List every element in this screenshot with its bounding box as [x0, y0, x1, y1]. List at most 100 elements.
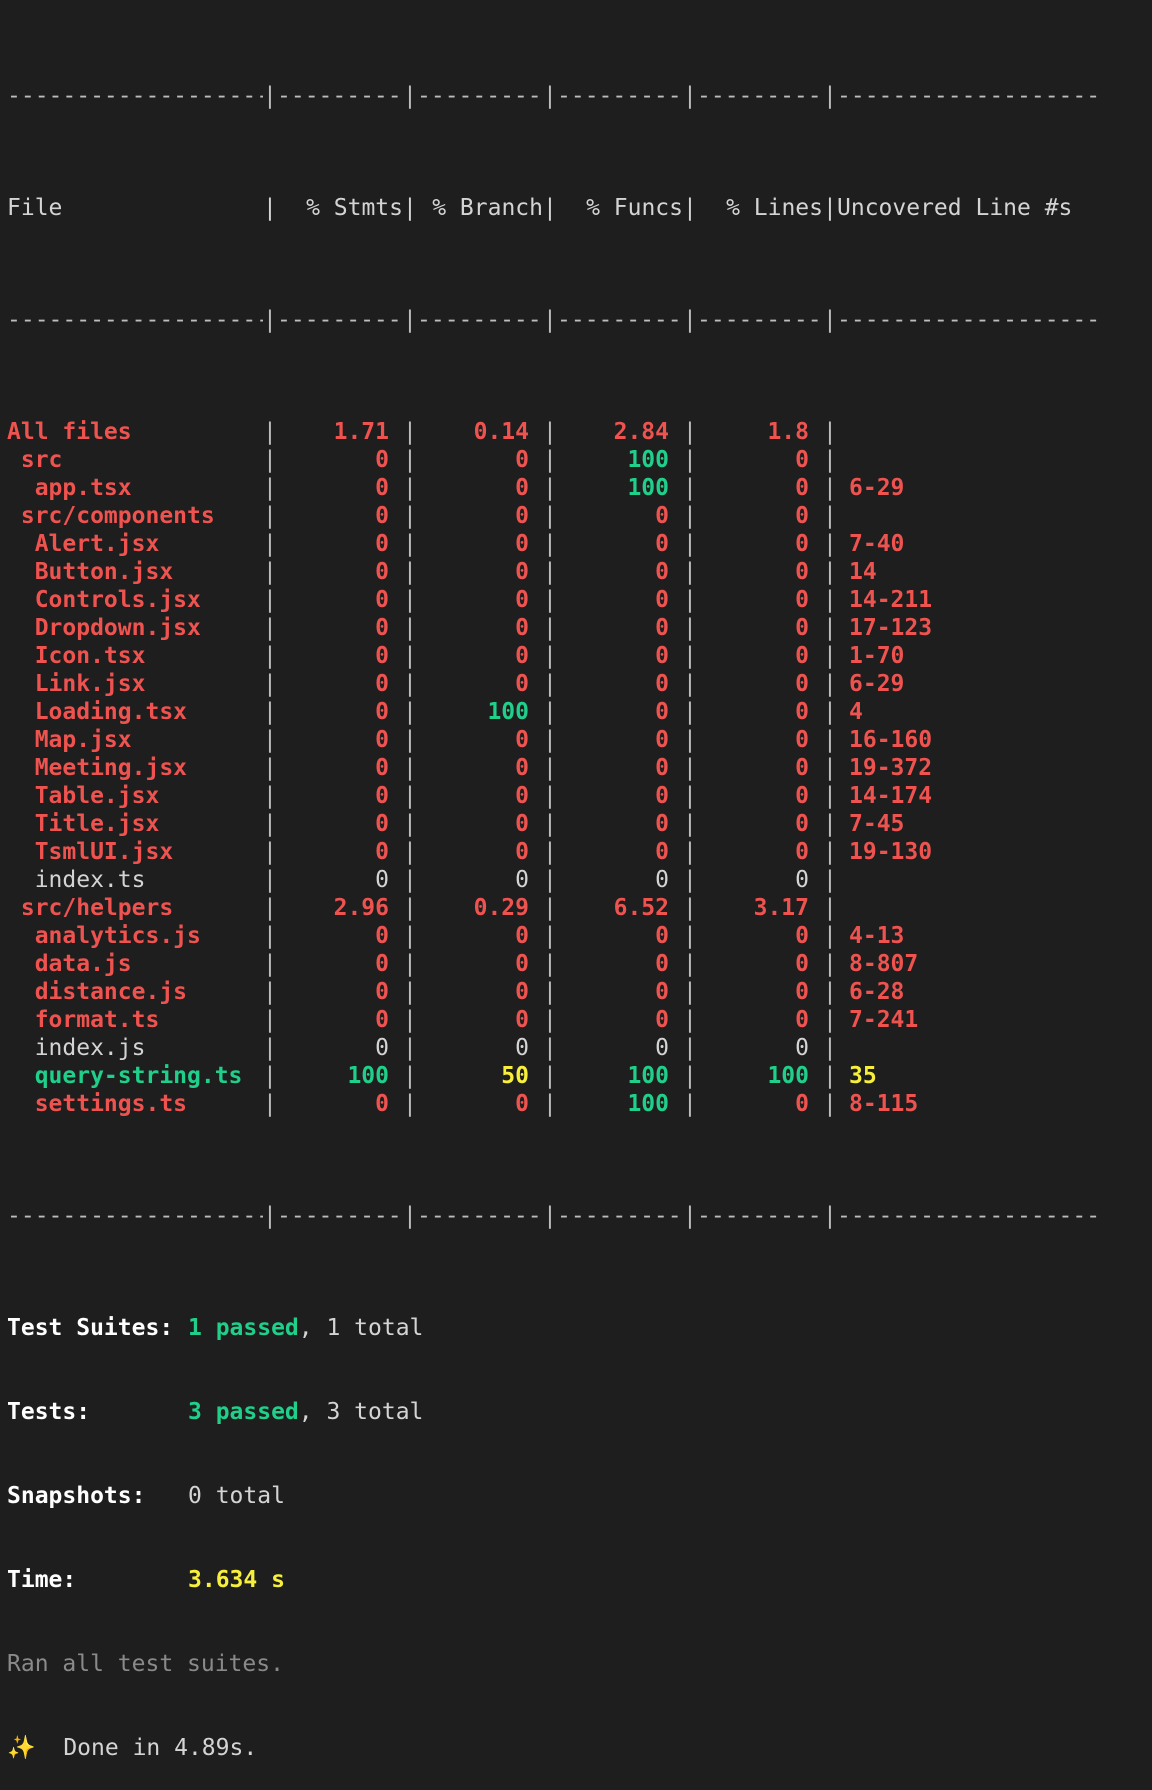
- cell-funcs: 0: [655, 867, 669, 893]
- suites-passed: 1 passed: [188, 1315, 299, 1341]
- cell-funcs: 0: [655, 671, 669, 697]
- cell-stmts: 0: [375, 503, 389, 529]
- summary-tests: Tests: 3 passed, 3 total: [7, 1399, 424, 1425]
- cell-branch: 0: [515, 727, 529, 753]
- header-lines: % Lines: [726, 195, 823, 221]
- cell-branch: 0: [515, 615, 529, 641]
- cell-uncovered: 8-115: [849, 1091, 919, 1117]
- table-row: Icon.tsx | 0 | 0 | 0 | 0 | 1-70: [7, 642, 1097, 670]
- cell-funcs: 0: [655, 951, 669, 977]
- cell-file: settings.ts: [7, 1091, 188, 1117]
- cell-stmts: 0: [375, 951, 389, 977]
- cell-file: Icon.tsx: [7, 643, 146, 669]
- table-row: data.js | 0 | 0 | 0 | 0 | 8-807: [7, 950, 1097, 978]
- table-row: Link.jsx | 0 | 0 | 0 | 0 | 6-29: [7, 670, 1097, 698]
- cell-file: distance.js: [7, 979, 188, 1005]
- cell-funcs: 2.84: [613, 419, 669, 445]
- cell-uncovered: 6-29: [849, 475, 905, 501]
- cell-funcs: 6.52: [613, 895, 669, 921]
- cell-funcs: 0: [655, 811, 669, 837]
- cell-file: Link.jsx: [7, 671, 146, 697]
- cell-uncovered: 4: [849, 699, 863, 725]
- header-uncovered: Uncovered Line #s: [837, 195, 1073, 221]
- cell-file: Alert.jsx: [7, 531, 160, 557]
- cell-stmts: 1.71: [333, 419, 389, 445]
- cell-branch: 0: [515, 671, 529, 697]
- terminal-output: -------------------|----------|---------…: [7, 26, 1097, 1790]
- cell-stmts: 0: [375, 1007, 389, 1033]
- cell-file: Title.jsx: [7, 811, 160, 837]
- cell-funcs: 0: [655, 923, 669, 949]
- cell-file: index.ts: [7, 867, 146, 893]
- table-row: Dropdown.jsx | 0 | 0 | 0 | 0 | 17-123: [7, 614, 1097, 642]
- cell-uncovered: 19-130: [849, 839, 933, 865]
- cell-uncovered: 4-13: [849, 923, 905, 949]
- cell-stmts: 0: [375, 531, 389, 557]
- header-branch: % Branch: [432, 195, 543, 221]
- cell-lines: 0: [795, 447, 809, 473]
- cell-funcs: 100: [627, 475, 669, 501]
- cell-branch: 0: [515, 755, 529, 781]
- cell-file: Button.jsx: [7, 559, 174, 585]
- cell-branch: 0: [515, 559, 529, 585]
- coverage-rows: All files | 1.71 | 0.14 | 2.84 | 1.8 | src | 0 | 0 | 10…: [7, 418, 1097, 1118]
- cell-file: data.js: [7, 951, 132, 977]
- cell-branch: 0: [515, 475, 529, 501]
- cell-branch: 100: [487, 699, 529, 725]
- cell-stmts: 0: [375, 923, 389, 949]
- cell-lines: 0: [795, 923, 809, 949]
- cell-funcs: 0: [655, 503, 669, 529]
- table-row: settings.ts | 0 | 0 | 100 | 0 | 8-115: [7, 1090, 1097, 1118]
- cell-funcs: 0: [655, 979, 669, 1005]
- time-value: 3.634 s: [188, 1567, 285, 1593]
- cell-file: Dropdown.jsx: [7, 615, 201, 641]
- summary-time: Time: 3.634 s: [7, 1567, 285, 1593]
- cell-stmts: 0: [375, 867, 389, 893]
- cell-lines: 0: [795, 1091, 809, 1117]
- cell-uncovered: 7-45: [849, 811, 905, 837]
- cell-stmts: 0: [375, 979, 389, 1005]
- cell-lines: 0: [795, 587, 809, 613]
- cell-uncovered: 1-70: [849, 643, 905, 669]
- cell-stmts: 0: [375, 475, 389, 501]
- cell-file: analytics.js: [7, 923, 201, 949]
- cell-branch: 0: [515, 979, 529, 1005]
- cell-uncovered: 14-174: [849, 783, 933, 809]
- cell-file: src: [7, 447, 63, 473]
- table-row: Controls.jsx | 0 | 0 | 0 | 0 | 14-211: [7, 586, 1097, 614]
- cell-lines: 0: [795, 811, 809, 837]
- cell-funcs: 100: [627, 1091, 669, 1117]
- cell-funcs: 0: [655, 1007, 669, 1033]
- cell-branch: 0: [515, 867, 529, 893]
- cell-lines: 100: [767, 1063, 809, 1089]
- cell-stmts: 0: [375, 755, 389, 781]
- cell-funcs: 0: [655, 643, 669, 669]
- cell-branch: 0: [515, 839, 529, 865]
- cell-stmts: 0: [375, 559, 389, 585]
- cell-lines: 0: [795, 951, 809, 977]
- cell-lines: 0: [795, 503, 809, 529]
- cell-file: All files: [7, 419, 132, 445]
- cell-lines: 0: [795, 755, 809, 781]
- cell-file: src/components: [7, 503, 215, 529]
- cell-branch: 0: [515, 923, 529, 949]
- cell-file: Controls.jsx: [7, 587, 201, 613]
- cell-stmts: 0: [375, 1035, 389, 1061]
- cell-file: Table.jsx: [7, 783, 160, 809]
- table-row: src | 0 | 0 | 100 | 0 |: [7, 447, 837, 473]
- cell-file: format.ts: [7, 1007, 160, 1033]
- cell-branch: 0.29: [473, 895, 529, 921]
- cell-lines: 0: [795, 559, 809, 585]
- cell-lines: 3.17: [753, 895, 809, 921]
- cell-uncovered: 14: [849, 559, 877, 585]
- table-row: index.js | 0 | 0 | 0 | 0 |: [7, 1035, 837, 1061]
- cell-uncovered: 6-29: [849, 671, 905, 697]
- cell-file: TsmlUI.jsx: [7, 839, 174, 865]
- table-separator-top: -------------------|----------|---------…: [7, 83, 1097, 109]
- cell-uncovered: 7-241: [849, 1007, 919, 1033]
- cell-lines: 0: [795, 699, 809, 725]
- cell-branch: 0: [515, 587, 529, 613]
- cell-funcs: 0: [655, 587, 669, 613]
- cell-uncovered: 19-372: [849, 755, 933, 781]
- cell-file: app.tsx: [7, 475, 132, 501]
